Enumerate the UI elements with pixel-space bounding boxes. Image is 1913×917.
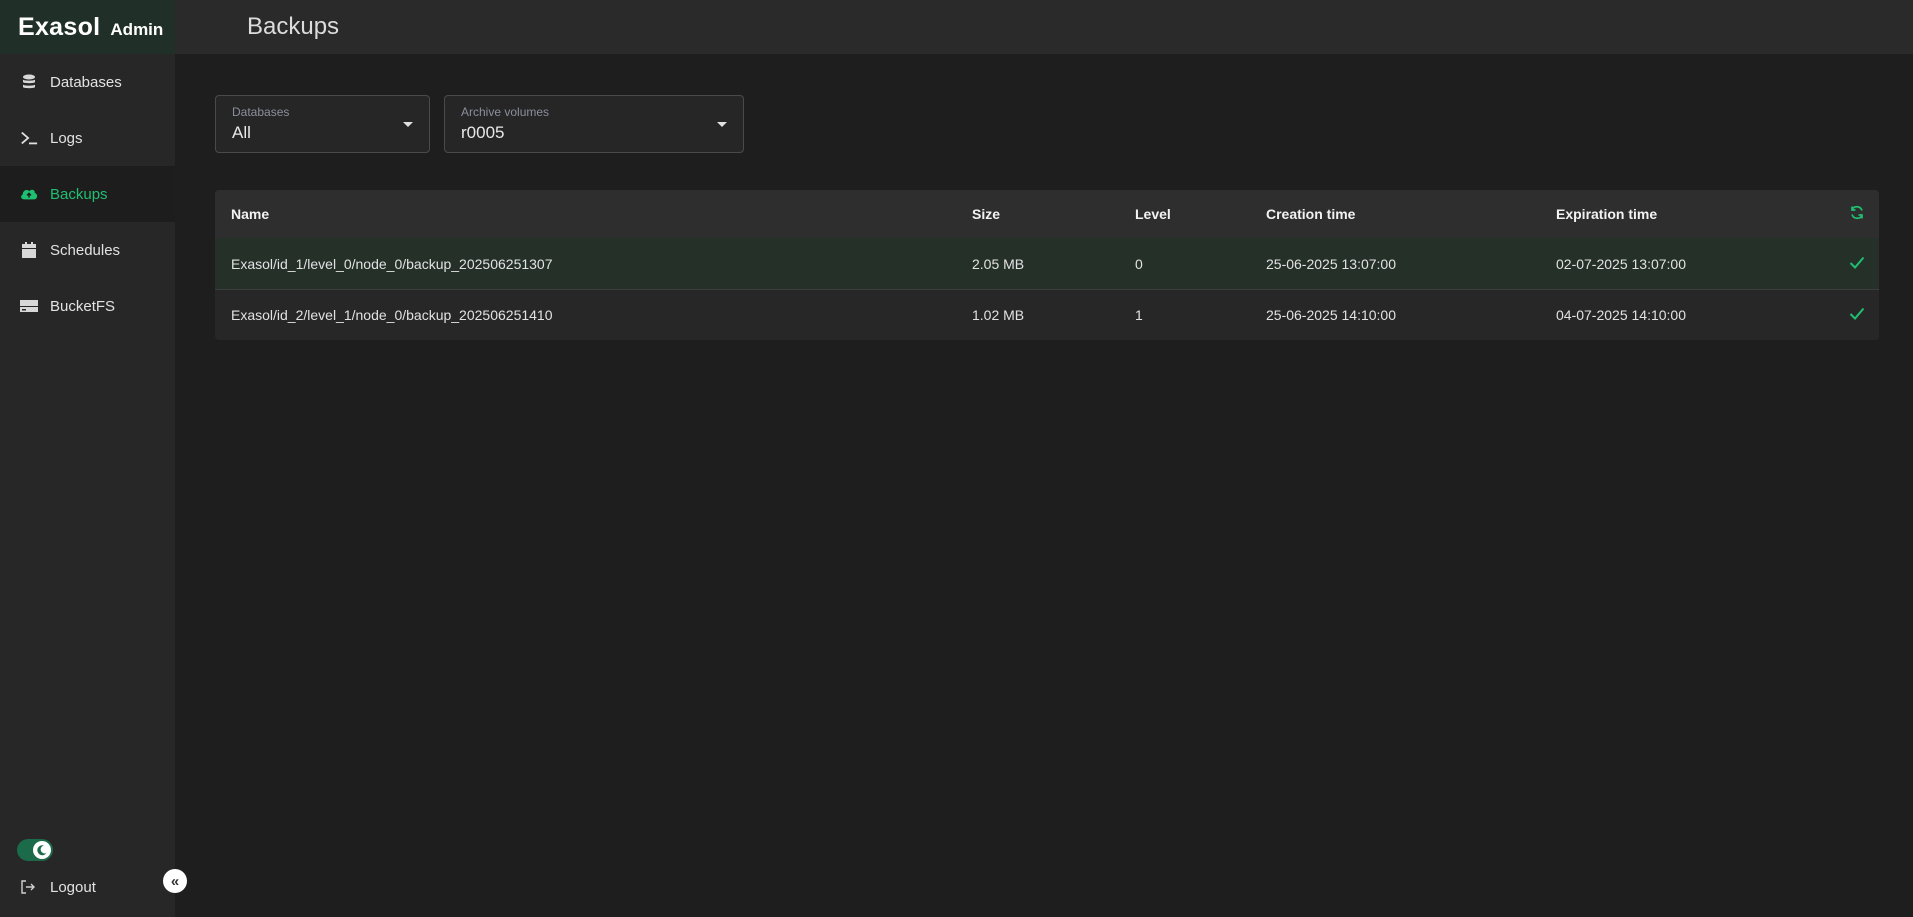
- check-icon: [1849, 255, 1865, 272]
- archive-volumes-select-label: Archive volumes: [461, 105, 550, 119]
- sidebar-item-backups[interactable]: Backups: [0, 166, 175, 222]
- column-header-level[interactable]: Level: [1135, 206, 1171, 222]
- database-icon: [20, 73, 38, 91]
- storage-icon: [20, 297, 38, 315]
- brand: Exasol Admin: [0, 0, 175, 54]
- caret-down-icon: [403, 122, 413, 127]
- cell-name: Exasol/id_1/level_0/node_0/backup_202506…: [231, 255, 553, 272]
- cell-expiration-time: 02-07-2025 13:07:00: [1556, 255, 1686, 272]
- terminal-icon: [20, 129, 38, 147]
- collapse-sidebar-button[interactable]: «: [163, 869, 187, 893]
- caret-down-icon: [717, 122, 727, 127]
- logout-icon: [20, 878, 38, 896]
- exasol-logo: Exasol: [18, 12, 101, 41]
- calendar-icon: [20, 241, 38, 259]
- sidebar: Exasol Admin Databases Logs Backups Sche…: [0, 0, 175, 917]
- databases-select-value: All: [232, 123, 251, 142]
- sidebar-item-label: Schedules: [50, 241, 121, 259]
- cell-name: Exasol/id_2/level_1/node_0/backup_202506…: [231, 307, 553, 323]
- brand-admin-label: Admin: [110, 20, 164, 39]
- sidebar-item-schedules[interactable]: Schedules: [0, 222, 175, 278]
- databases-select[interactable]: Databases All: [215, 95, 430, 153]
- cell-size: 1.02 MB: [972, 307, 1025, 323]
- sidebar-item-label: Backups: [50, 185, 108, 203]
- cell-expiration-time: 04-07-2025 14:10:00: [1556, 307, 1686, 323]
- databases-select-label: Databases: [232, 105, 290, 119]
- column-header-name[interactable]: Name: [231, 206, 269, 222]
- sidebar-item-bucketfs[interactable]: BucketFS: [0, 278, 175, 334]
- cell-creation-time: 25-06-2025 13:07:00: [1266, 255, 1396, 272]
- header: Backups: [175, 0, 1913, 54]
- theme-toggle[interactable]: [17, 839, 53, 861]
- column-header-size[interactable]: Size: [972, 206, 1000, 222]
- logout-button[interactable]: Logout: [20, 878, 96, 896]
- cloud-upload-icon: [20, 185, 38, 203]
- cell-creation-time: 25-06-2025 14:10:00: [1266, 307, 1396, 323]
- backups-table: Name Size Level Creation time Expiration…: [215, 190, 1879, 340]
- sidebar-item-label: Databases: [50, 73, 122, 91]
- sidebar-item-databases[interactable]: Databases: [0, 54, 175, 110]
- archive-volumes-select[interactable]: Archive volumes r0005: [444, 95, 744, 153]
- page-title: Backups: [247, 13, 340, 40]
- cell-size: 2.05 MB: [972, 255, 1025, 272]
- check-icon: [1849, 307, 1865, 324]
- archive-volumes-select-value: r0005: [461, 123, 505, 142]
- sidebar-nav: Databases Logs Backups Schedules BucketF…: [0, 54, 175, 334]
- logout-label: Logout: [50, 878, 96, 896]
- table-header: Name Size Level Creation time Expiration…: [215, 190, 1879, 238]
- double-chevron-left-icon: «: [170, 872, 180, 890]
- table-row[interactable]: Exasol/id_1/level_0/node_0/backup_202506…: [215, 238, 1879, 290]
- cell-level: 1: [1135, 307, 1143, 323]
- sidebar-item-logs[interactable]: Logs: [0, 110, 175, 166]
- moon-icon: [33, 841, 51, 859]
- sidebar-item-label: Logs: [50, 129, 83, 147]
- column-header-expiration-time[interactable]: Expiration time: [1556, 206, 1657, 222]
- column-header-creation-time[interactable]: Creation time: [1266, 206, 1355, 222]
- refresh-icon[interactable]: [1849, 205, 1865, 224]
- sidebar-item-label: BucketFS: [50, 297, 116, 315]
- cell-level: 0: [1135, 255, 1143, 272]
- table-row[interactable]: Exasol/id_2/level_1/node_0/backup_202506…: [215, 290, 1879, 340]
